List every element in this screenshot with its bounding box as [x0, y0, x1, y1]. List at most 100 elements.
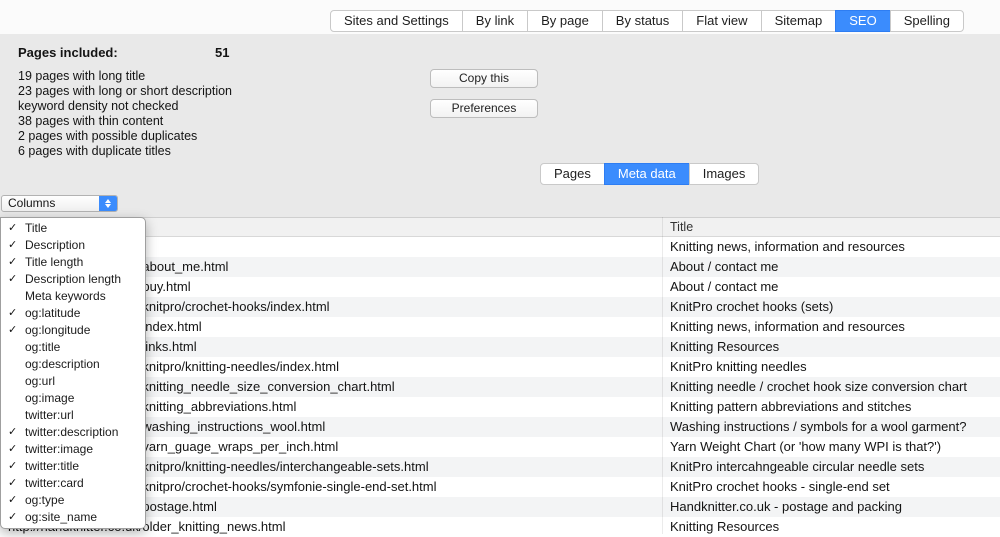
columns-menu: ✓ Title ✓ Description ✓ Title length ✓ D… [0, 217, 146, 529]
summary-line: 23 pages with long or short description [18, 84, 232, 99]
menu-item-label: Meta keywords [25, 289, 106, 303]
table-row[interactable]: http://handknitter.co.uk/knitpro/crochet… [0, 477, 1000, 497]
columns-menu-item[interactable]: ✓ twitter:description [1, 424, 145, 441]
tab-images[interactable]: Images [689, 163, 760, 185]
column-header-title[interactable]: Title [670, 220, 693, 234]
menu-item-label: og:url [25, 374, 55, 388]
menu-item-label: twitter:url [25, 408, 74, 422]
title-cell: KnitPro crochet hooks - single-end set [670, 477, 1000, 497]
tab-by-link[interactable]: By link [462, 10, 528, 32]
menu-item-label: og:description [25, 357, 100, 371]
menu-item-label: Title [25, 221, 47, 235]
columns-menu-item[interactable]: ✓ og:longitude [1, 322, 145, 339]
columns-menu-item[interactable]: ✓ og:latitude [1, 305, 145, 322]
title-cell: Knitting news, information and resources [670, 317, 1000, 337]
columns-menu-item[interactable]: ✓ Description [1, 237, 145, 254]
table-row[interactable]: http://handknitter.co.uk/links.html Knit… [0, 337, 1000, 357]
title-cell: About / contact me [670, 277, 1000, 297]
title-cell: Yarn Weight Chart (or 'how many WPI is t… [670, 437, 1000, 457]
columns-menu-item[interactable]: og:url [1, 373, 145, 390]
table-header: Title [0, 217, 1000, 237]
title-cell: Washing instructions / symbols for a woo… [670, 417, 1000, 437]
tab-sitemap[interactable]: Sitemap [761, 10, 837, 32]
table-row[interactable]: http://handknitter.co.uk/knitpro/knittin… [0, 457, 1000, 477]
menu-item-label: twitter:image [25, 442, 93, 456]
tab-meta-data[interactable]: Meta data [604, 163, 690, 185]
title-cell: About / contact me [670, 257, 1000, 277]
summary-lines: 19 pages with long title 23 pages with l… [18, 69, 232, 159]
title-cell: Knitting needle / crochet hook size conv… [670, 377, 1000, 397]
title-cell: KnitPro knitting needles [670, 357, 1000, 377]
main-tab-bar: Sites and Settings By link By page By st… [330, 10, 964, 32]
column-divider [662, 217, 663, 534]
title-cell: KnitPro intercahngeable circular needle … [670, 457, 1000, 477]
columns-menu-item[interactable]: ✓ Title length [1, 254, 145, 271]
columns-menu-item[interactable]: ✓ twitter:image [1, 441, 145, 458]
columns-dropdown-button[interactable]: Columns [1, 195, 118, 212]
menu-item-label: og:site_name [25, 510, 97, 524]
columns-menu-item[interactable]: ✓ twitter:title [1, 458, 145, 475]
title-cell: Knitting pattern abbreviations and stitc… [670, 397, 1000, 417]
table-row[interactable]: http://handknitter.co.uk Knitting news, … [0, 237, 1000, 257]
checkmark-icon: ✓ [8, 220, 22, 237]
checkmark-icon: ✓ [8, 458, 22, 475]
columns-menu-item[interactable]: ✓ Description length [1, 271, 145, 288]
menu-item-label: og:image [25, 391, 74, 405]
columns-menu-item[interactable]: twitter:url [1, 407, 145, 424]
checkmark-icon: ✓ [8, 492, 22, 509]
tab-flat-view[interactable]: Flat view [682, 10, 761, 32]
columns-menu-item[interactable]: ✓ Title [1, 220, 145, 237]
table-row[interactable]: http://handknitter.co.uk/yarn_guage_wrap… [0, 437, 1000, 457]
checkmark-icon: ✓ [8, 424, 22, 441]
summary-line: keyword density not checked [18, 99, 232, 114]
summary-line: 6 pages with duplicate titles [18, 144, 232, 159]
menu-item-label: Description [25, 238, 85, 252]
table-row[interactable]: http://handknitter.co.uk/knitpro/crochet… [0, 297, 1000, 317]
menu-item-label: og:type [25, 493, 64, 507]
columns-menu-item[interactable]: ✓ og:site_name [1, 509, 145, 526]
menu-item-label: twitter:title [25, 459, 79, 473]
copy-this-button[interactable]: Copy this [430, 69, 538, 88]
pages-included-count: 51 [215, 45, 229, 60]
title-cell: Handknitter.co.uk - postage and packing [670, 497, 1000, 517]
columns-menu-item[interactable]: ✓ og:type [1, 492, 145, 509]
columns-menu-item[interactable]: og:image [1, 390, 145, 407]
checkmark-icon: ✓ [8, 237, 22, 254]
table-row[interactable]: http://handknitter.co.uk/buy.html About … [0, 277, 1000, 297]
tab-by-page[interactable]: By page [527, 10, 603, 32]
checkmark-icon: ✓ [8, 305, 22, 322]
popup-arrows-icon [99, 196, 117, 211]
results-table: http://handknitter.co.uk Knitting news, … [0, 237, 1000, 537]
columns-menu-item[interactable]: og:title [1, 339, 145, 356]
tab-spelling[interactable]: Spelling [890, 10, 964, 32]
summary-line: 38 pages with thin content [18, 114, 232, 129]
menu-item-label: twitter:description [25, 425, 118, 439]
checkmark-icon: ✓ [8, 322, 22, 339]
table-row[interactable]: http://handknitter.co.uk/older_knitting_… [0, 517, 1000, 537]
tab-seo[interactable]: SEO [835, 10, 890, 32]
table-row[interactable]: http://handknitter.co.uk/index.html Knit… [0, 317, 1000, 337]
tab-sites-and-settings[interactable]: Sites and Settings [330, 10, 463, 32]
summary-line: 2 pages with possible duplicates [18, 129, 232, 144]
menu-item-label: og:latitude [25, 306, 80, 320]
sub-tab-bar: Pages Meta data Images [540, 163, 759, 185]
menu-item-label: og:longitude [25, 323, 90, 337]
tab-pages[interactable]: Pages [540, 163, 605, 185]
table-row[interactable]: http://handknitter.co.uk/about_me.html A… [0, 257, 1000, 277]
table-row[interactable]: http://handknitter.co.uk/postage.html Ha… [0, 497, 1000, 517]
columns-menu-item[interactable]: ✓ twitter:card [1, 475, 145, 492]
title-cell: Knitting news, information and resources [670, 237, 1000, 257]
pages-included-label: Pages included: [18, 45, 118, 60]
columns-menu-item[interactable]: og:description [1, 356, 145, 373]
preferences-button[interactable]: Preferences [430, 99, 538, 118]
table-row[interactable]: http://handknitter.co.uk/knitting_needle… [0, 377, 1000, 397]
columns-menu-item[interactable]: Meta keywords [1, 288, 145, 305]
menu-item-label: Description length [25, 272, 121, 286]
tab-by-status[interactable]: By status [602, 10, 683, 32]
title-cell: Knitting Resources [670, 337, 1000, 357]
checkmark-icon: ✓ [8, 509, 22, 526]
table-row[interactable]: http://handknitter.co.uk/knitpro/knittin… [0, 357, 1000, 377]
checkmark-icon: ✓ [8, 271, 22, 288]
table-row[interactable]: http://handknitter.co.uk/washing_instruc… [0, 417, 1000, 437]
table-row[interactable]: http://handknitter.co.uk/knitting_abbrev… [0, 397, 1000, 417]
